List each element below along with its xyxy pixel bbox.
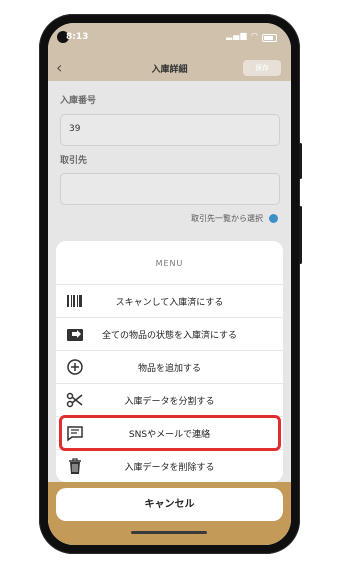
menu-item-delete[interactable]: 入庫データを削除する bbox=[56, 449, 283, 483]
menu-item-label: 物品を追加する bbox=[137, 364, 201, 374]
save-button[interactable]: 保存 bbox=[243, 60, 281, 76]
number-field[interactable]: 39 bbox=[60, 114, 280, 146]
status-bar: 8:13 ▂▄▆ ◠ bbox=[48, 23, 291, 55]
supplier-field[interactable] bbox=[60, 173, 280, 205]
phone-screen: 8:13 ▂▄▆ ◠ ‹ 入庫詳細 保存 入庫番号 39 取引先 取引先一覧から… bbox=[48, 23, 291, 545]
menu-item-label: 入庫データを削除する bbox=[124, 463, 215, 473]
cancel-button[interactable]: キャンセル bbox=[56, 488, 283, 521]
highlight-box bbox=[59, 415, 281, 451]
menu-item-mark-all[interactable]: 全ての物品の状態を入庫済にする bbox=[56, 317, 283, 351]
menu-item-label: 全ての物品の状態を入庫済にする bbox=[101, 331, 238, 341]
status-time: 8:13 bbox=[66, 32, 89, 42]
nav-bar: ‹ 入庫詳細 保存 bbox=[48, 55, 291, 81]
volume-button bbox=[299, 206, 302, 264]
arrow-circle-icon[interactable] bbox=[269, 214, 278, 223]
supplier-label: 取引先 bbox=[60, 156, 88, 166]
battery-icon bbox=[262, 34, 277, 42]
select-supplier-link[interactable]: 取引先一覧から選択 bbox=[191, 213, 263, 224]
number-value: 39 bbox=[69, 124, 81, 134]
menu-item-scan[interactable]: スキャンして入庫済にする bbox=[56, 284, 283, 318]
menu-title: MENU bbox=[155, 259, 184, 268]
number-label: 入庫番号 bbox=[60, 96, 97, 106]
menu-sheet: MENU スキャンして入庫済にする 全ての物品の状態を入庫済にする 物品を追加す… bbox=[56, 241, 283, 482]
menu-item-add[interactable]: 物品を追加する bbox=[56, 350, 283, 384]
home-indicator bbox=[131, 531, 207, 534]
menu-item-split[interactable]: 入庫データを分割する bbox=[56, 383, 283, 417]
power-button bbox=[299, 143, 302, 179]
menu-item-label: スキャンして入庫済にする bbox=[115, 298, 224, 308]
signal-wifi-icon: ▂▄▆ ◠ bbox=[226, 31, 259, 40]
menu-item-label: 入庫データを分割する bbox=[124, 397, 215, 407]
